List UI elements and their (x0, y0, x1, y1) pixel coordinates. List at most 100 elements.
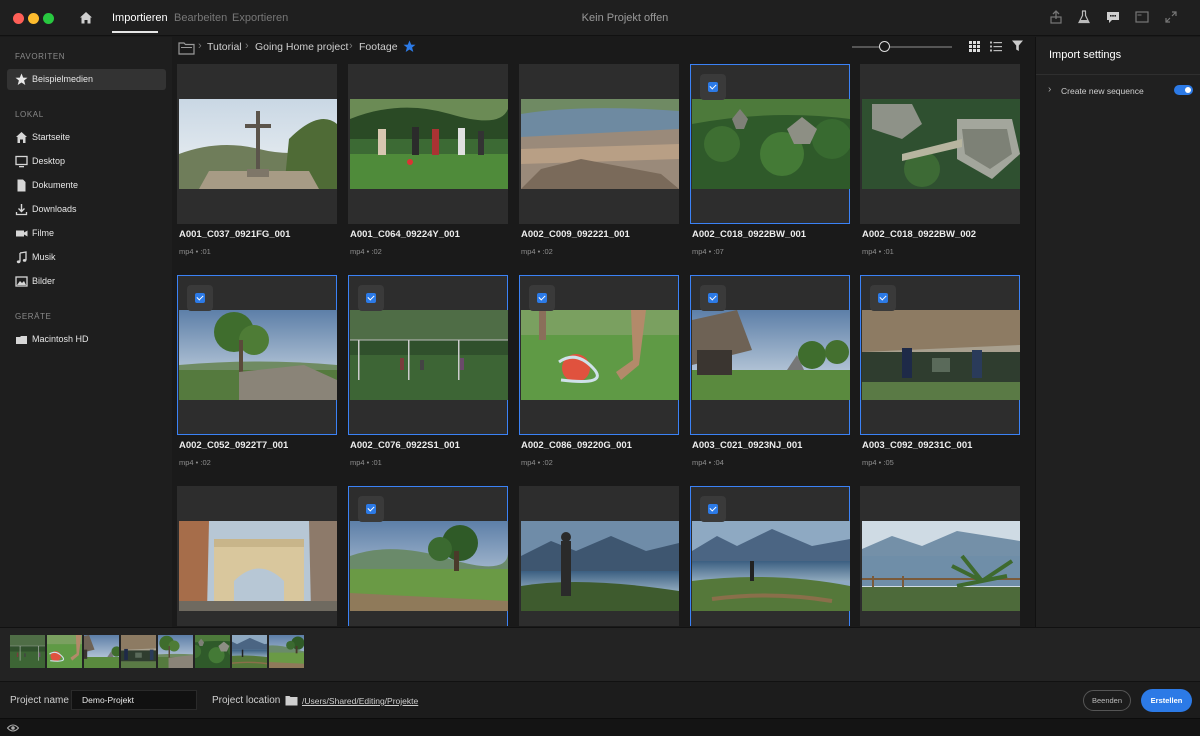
fullscreen-icon[interactable] (1164, 10, 1178, 24)
breadcrumb-item-going-home[interactable]: Going Home project (255, 41, 348, 53)
media-filename: A002_C018_0922BW_001 (692, 229, 807, 240)
media-card[interactable]: A002_C086_09220G_001 mp4 • :02 (519, 275, 679, 475)
media-thumbnail[interactable] (860, 275, 1020, 435)
filmstrip-thumbnail[interactable] (158, 635, 193, 668)
filter-icon[interactable] (1012, 40, 1023, 52)
favorites-heading: FAVORITEN (15, 52, 66, 61)
drive-icon (16, 336, 27, 344)
filmstrip-thumbnail[interactable] (84, 635, 119, 668)
media-meta: mp4 • :02 (521, 247, 553, 256)
filmstrip-thumbnail[interactable] (10, 635, 45, 668)
media-preview-image (692, 310, 850, 400)
list-view-icon[interactable] (990, 41, 1002, 52)
media-preview-image (179, 310, 337, 400)
media-card[interactable]: A002_C052_0922T7_001 mp4 • :02 (177, 275, 337, 475)
media-thumbnail[interactable] (860, 64, 1020, 224)
media-thumbnail[interactable] (860, 486, 1020, 626)
create-sequence-row[interactable]: › Create new sequence (1048, 84, 1193, 100)
folder-icon[interactable] (178, 41, 195, 55)
media-thumbnail[interactable] (348, 64, 508, 224)
media-card[interactable] (348, 486, 508, 626)
selection-checkbox[interactable] (187, 285, 213, 311)
sidebar-item-downloads[interactable]: Downloads (7, 199, 166, 220)
sidebar-item-label: Beispielmedien (32, 74, 94, 84)
breadcrumb-item-tutorial[interactable]: Tutorial (207, 41, 242, 53)
sidebar-item-pictures[interactable]: Bilder (7, 271, 166, 292)
media-card[interactable]: A002_C076_0922S1_001 mp4 • :01 (348, 275, 508, 475)
media-card[interactable]: A002_C009_092221_001 mp4 • :02 (519, 64, 679, 264)
chevron-right-icon[interactable]: › (1048, 84, 1051, 95)
selection-checkbox[interactable] (529, 285, 555, 311)
media-filename: A003_C021_0923NJ_001 (692, 440, 803, 451)
media-card[interactable] (177, 486, 337, 626)
favorite-star-icon[interactable] (403, 40, 416, 53)
media-card[interactable]: A001_C037_0921FG_001 mp4 • :01 (177, 64, 337, 264)
media-meta: mp4 • :07 (692, 247, 724, 256)
media-thumbnail[interactable] (519, 64, 679, 224)
media-card[interactable] (690, 486, 850, 626)
media-card[interactable]: A003_C092_09231C_001 mp4 • :05 (860, 275, 1020, 475)
project-location-path[interactable]: /Users/Shared/Editing/Projekte (302, 696, 418, 706)
create-sequence-toggle[interactable] (1174, 85, 1193, 95)
media-filename: A002_C009_092221_001 (521, 229, 630, 240)
panel-layout-icon[interactable] (1135, 10, 1149, 24)
media-thumbnail[interactable] (690, 486, 850, 626)
selection-checkbox[interactable] (358, 285, 384, 311)
filmstrip-image (158, 635, 193, 668)
project-name-label: Project name (10, 695, 69, 706)
thumbnail-size-slider-handle[interactable] (879, 41, 890, 52)
folder-icon[interactable] (285, 695, 298, 706)
media-card[interactable]: A003_C021_0923NJ_001 mp4 • :04 (690, 275, 850, 475)
create-button[interactable]: Erstellen (1141, 689, 1192, 712)
media-card[interactable] (860, 486, 1020, 626)
selection-checkbox[interactable] (700, 285, 726, 311)
filmstrip-thumbnail[interactable] (232, 635, 267, 668)
feedback-icon[interactable] (1106, 10, 1120, 24)
media-card[interactable]: A001_C064_09224Y_001 mp4 • :02 (348, 64, 508, 264)
sidebar-item-movies[interactable]: Filme (7, 223, 166, 244)
media-thumbnail[interactable] (519, 275, 679, 435)
filmstrip-image (121, 635, 156, 668)
filmstrip-thumbnail[interactable] (195, 635, 230, 668)
filmstrip-thumbnail[interactable] (121, 635, 156, 668)
media-thumbnail[interactable] (690, 275, 850, 435)
quit-button[interactable]: Beenden (1083, 690, 1131, 711)
media-thumbnail[interactable] (690, 64, 850, 224)
filmstrip-thumbnail[interactable] (47, 635, 82, 668)
media-filename: A002_C076_0922S1_001 (350, 440, 460, 451)
filmstrip-thumbnail[interactable] (269, 635, 304, 668)
media-card[interactable]: A002_C018_0922BW_002 mp4 • :01 (860, 64, 1020, 264)
share-icon[interactable] (1049, 10, 1063, 24)
sidebar-item-sample-media[interactable]: Beispielmedien (7, 69, 166, 90)
sidebar-item-macintosh-hd[interactable]: Macintosh HD (7, 329, 166, 350)
media-meta: mp4 • :02 (350, 247, 382, 256)
selection-checkbox[interactable] (358, 496, 384, 522)
media-thumbnail[interactable] (348, 275, 508, 435)
breadcrumb-item-footage[interactable]: Footage (359, 41, 398, 53)
local-heading: LOKAL (15, 110, 44, 119)
project-name-input[interactable] (71, 690, 197, 710)
filmstrip-image (10, 635, 45, 668)
media-thumbnail[interactable] (348, 486, 508, 626)
media-filename: A002_C052_0922T7_001 (179, 440, 289, 451)
thumbnail-size-slider[interactable] (852, 46, 952, 48)
selection-checkbox[interactable] (700, 74, 726, 100)
sidebar-item-desktop[interactable]: Desktop (7, 151, 166, 172)
media-thumbnail[interactable] (177, 486, 337, 626)
beta-flask-icon[interactable] (1077, 10, 1091, 24)
media-card[interactable]: A002_C018_0922BW_001 mp4 • :07 (690, 64, 850, 264)
media-thumbnail[interactable] (177, 275, 337, 435)
media-thumbnail[interactable] (177, 64, 337, 224)
sidebar-item-documents[interactable]: Dokumente (7, 175, 166, 196)
media-thumbnail[interactable] (519, 486, 679, 626)
selection-checkbox[interactable] (700, 496, 726, 522)
media-preview-image (692, 521, 850, 611)
media-filename: A002_C086_09220G_001 (521, 440, 632, 451)
grid-view-icon[interactable] (969, 41, 980, 52)
eye-icon[interactable] (7, 723, 19, 733)
sidebar-item-music[interactable]: Musik (7, 247, 166, 268)
project-location-label: Project location (212, 695, 281, 706)
media-card[interactable] (519, 486, 679, 626)
selection-checkbox[interactable] (870, 285, 896, 311)
sidebar-item-home[interactable]: Startseite (7, 127, 166, 148)
